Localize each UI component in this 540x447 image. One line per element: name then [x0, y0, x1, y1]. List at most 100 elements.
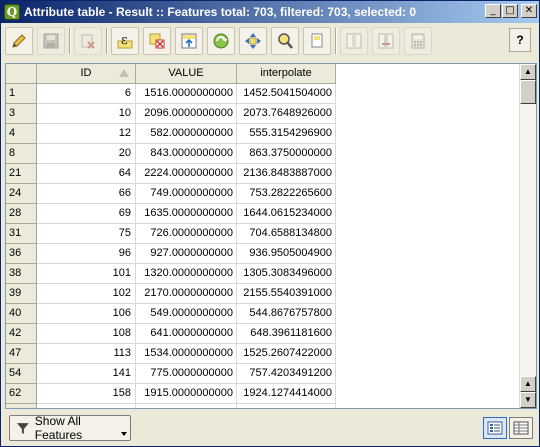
table-row[interactable]: 28 69 1635.0000000000 1644.0615234000 — [6, 204, 336, 224]
row-header[interactable]: 1 — [6, 84, 37, 104]
table-view-button[interactable] — [509, 417, 533, 439]
delete-column-button[interactable] — [372, 27, 400, 55]
row-header[interactable]: 47 — [6, 344, 37, 364]
cell-id[interactable]: 141 — [37, 364, 136, 384]
cell-id[interactable]: 12 — [37, 124, 136, 144]
table-row[interactable]: 1 6 1516.0000000000 1452.5041504000 — [6, 84, 336, 104]
cell-interpolate[interactable]: 2155.5540391000 — [237, 284, 336, 304]
cell-id[interactable]: 69 — [37, 204, 136, 224]
table-row[interactable]: 38 101 1320.0000000000 1305.3083496000 — [6, 264, 336, 284]
cell-id[interactable]: 101 — [37, 264, 136, 284]
cell-value[interactable]: 749.0000000000 — [136, 184, 237, 204]
table-row[interactable]: 8 20 843.0000000000 863.3750000000 — [6, 144, 336, 164]
vertical-scrollbar[interactable]: ▲ ▲ ▼ — [519, 64, 536, 408]
cell-id[interactable]: 64 — [37, 164, 136, 184]
zoom-to-selected-button[interactable] — [271, 27, 299, 55]
cell-value[interactable]: 843.0000000000 — [136, 144, 237, 164]
help-button[interactable]: ? — [509, 28, 531, 52]
row-header[interactable]: 54 — [6, 364, 37, 384]
row-header[interactable]: 31 — [6, 224, 37, 244]
cell-value[interactable]: 2170.0000000000 — [136, 284, 237, 304]
cell-interpolate[interactable]: 863.3750000000 — [237, 144, 336, 164]
cell-id[interactable]: 106 — [37, 304, 136, 324]
table-row[interactable]: 54 141 775.0000000000 757.4203491200 — [6, 364, 336, 384]
cell-value[interactable]: 1516.0000000000 — [136, 84, 237, 104]
move-selection-top-button[interactable] — [175, 27, 203, 55]
select-by-expression-button[interactable]: ε — [111, 27, 139, 55]
cell-value[interactable]: 2224.0000000000 — [136, 164, 237, 184]
cell-interpolate[interactable]: 555.3154296900 — [237, 124, 336, 144]
cell-interpolate[interactable]: 1452.5041504000 — [237, 84, 336, 104]
cell-interpolate[interactable]: 704.6588134800 — [237, 224, 336, 244]
cell-id[interactable]: 102 — [37, 284, 136, 304]
new-column-button[interactable] — [340, 27, 368, 55]
maximize-button[interactable]: □ — [502, 4, 518, 18]
cell-id[interactable]: 10 — [37, 104, 136, 124]
table-row[interactable]: 62 158 1915.0000000000 1924.1274414000 — [6, 384, 336, 404]
cell-interpolate[interactable]: 2073.7648926000 — [237, 104, 336, 124]
save-edits-button[interactable] — [37, 27, 65, 55]
cell-value[interactable]: 775.0000000000 — [136, 364, 237, 384]
cell-value[interactable]: 549.0000000000 — [136, 304, 237, 324]
row-header[interactable]: 21 — [6, 164, 37, 184]
row-header[interactable]: 8 — [6, 144, 37, 164]
table-row[interactable]: 21 64 2224.0000000000 2136.8483887000 — [6, 164, 336, 184]
scroll-up-button[interactable]: ▲ — [520, 64, 536, 80]
table-row[interactable]: 31 75 726.0000000000 704.6588134800 — [6, 224, 336, 244]
cell-interpolate[interactable]: 1924.1274414000 — [237, 384, 336, 404]
delete-selected-button[interactable] — [74, 27, 102, 55]
table-row[interactable]: 39 102 2170.0000000000 2155.5540391000 — [6, 284, 336, 304]
scroll-down-button[interactable]: ▼ — [520, 392, 536, 408]
cell-id[interactable]: 66 — [37, 184, 136, 204]
row-header[interactable]: 4 — [6, 124, 37, 144]
row-header[interactable]: 62 — [6, 384, 37, 404]
cell-interpolate[interactable]: 544.8676757800 — [237, 304, 336, 324]
row-header[interactable]: 36 — [6, 244, 37, 264]
cell-value[interactable]: 582.0000000000 — [136, 124, 237, 144]
cell-value[interactable]: 1534.0000000000 — [136, 344, 237, 364]
table-row[interactable]: 42 108 641.0000000000 648.3961181600 — [6, 324, 336, 344]
cell-interpolate[interactable]: 753.2822265600 — [237, 184, 336, 204]
cell-id[interactable]: 6 — [37, 84, 136, 104]
table-row[interactable]: 36 96 927.0000000000 936.9505004900 — [6, 244, 336, 264]
table-row[interactable]: 3 10 2096.0000000000 2073.7648926000 — [6, 104, 336, 124]
scrollbar-thumb[interactable] — [520, 80, 536, 104]
row-header[interactable]: 28 — [6, 204, 37, 224]
form-view-button[interactable] — [483, 417, 507, 439]
cell-interpolate[interactable]: 2136.8483887000 — [237, 164, 336, 184]
cell-value[interactable]: 2096.0000000000 — [136, 104, 237, 124]
cell-value[interactable]: 1635.0000000000 — [136, 204, 237, 224]
cell-interpolate[interactable] — [237, 404, 336, 408]
cell-value[interactable]: 1320.0000000000 — [136, 264, 237, 284]
minimize-button[interactable]: _ — [485, 4, 501, 18]
table-row[interactable]: 47 113 1534.0000000000 1525.2607422000 — [6, 344, 336, 364]
row-header[interactable]: 42 — [6, 324, 37, 344]
cell-id[interactable]: 108 — [37, 324, 136, 344]
corner-header[interactable] — [6, 64, 37, 84]
feature-filter-dropdown[interactable]: Show All Features — [9, 414, 131, 442]
cell-id[interactable]: 113 — [37, 344, 136, 364]
row-header[interactable]: 40 — [6, 304, 37, 324]
column-header-interpolate[interactable]: interpolate — [237, 64, 336, 84]
title-bar[interactable]: Q Attribute table - Result :: Features t… — [1, 1, 539, 23]
table-row-partial[interactable] — [6, 404, 336, 408]
pan-to-selected-button[interactable] — [239, 27, 267, 55]
attribute-table[interactable]: ID VALUE interpolate 1 6 1516.0000000000… — [5, 63, 537, 409]
unselect-all-button[interactable] — [143, 27, 171, 55]
cell-value[interactable] — [136, 404, 237, 408]
toggle-editing-button[interactable] — [5, 27, 33, 55]
cell-value[interactable]: 726.0000000000 — [136, 224, 237, 244]
cell-interpolate[interactable]: 757.4203491200 — [237, 364, 336, 384]
column-header-value[interactable]: VALUE — [136, 64, 237, 84]
cell-value[interactable]: 927.0000000000 — [136, 244, 237, 264]
cell-interpolate[interactable]: 648.3961181600 — [237, 324, 336, 344]
cell-interpolate[interactable]: 1525.2607422000 — [237, 344, 336, 364]
table-row[interactable]: 40 106 549.0000000000 544.8676757800 — [6, 304, 336, 324]
field-calculator-button[interactable] — [404, 27, 432, 55]
cell-id[interactable]: 158 — [37, 384, 136, 404]
table-row[interactable]: 4 12 582.0000000000 555.3154296900 — [6, 124, 336, 144]
cell-id[interactable] — [37, 404, 136, 408]
invert-selection-button[interactable] — [207, 27, 235, 55]
cell-interpolate[interactable]: 936.9505004900 — [237, 244, 336, 264]
row-header[interactable]: 38 — [6, 264, 37, 284]
